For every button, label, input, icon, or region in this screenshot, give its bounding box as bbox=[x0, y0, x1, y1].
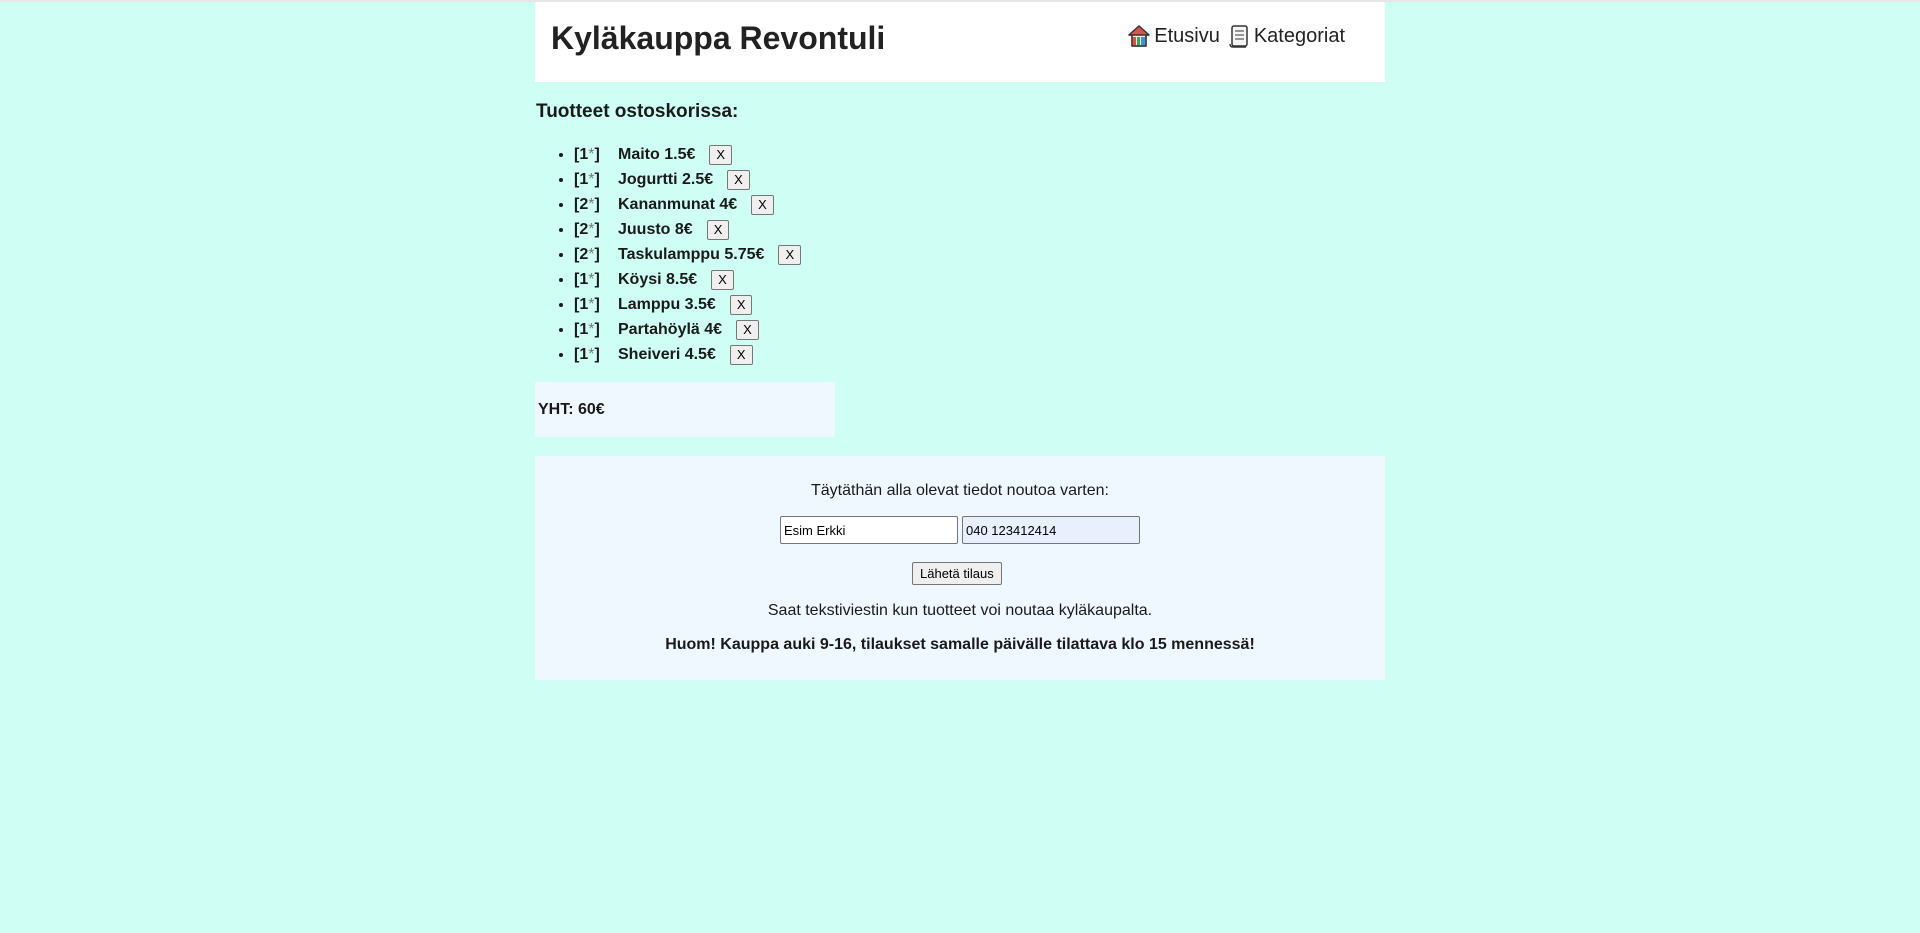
sms-note: Saat tekstiviestin kun tuotteet voi nout… bbox=[767, 602, 1153, 619]
cart-item: [1*]Maito 1.5€ X bbox=[574, 142, 801, 167]
house-icon bbox=[1128, 24, 1150, 48]
quantity-close: ] bbox=[594, 171, 600, 188]
nav-label-etusivu: Etusivu bbox=[1154, 24, 1220, 47]
cart-item-label: Köysi 8.5€ bbox=[618, 271, 698, 288]
cart-item-label: Kananmunat 4€ bbox=[618, 196, 738, 213]
quantity-value: [1 bbox=[574, 271, 589, 288]
remove-item-button[interactable]: X bbox=[727, 169, 750, 190]
cart-item-quantity: [2*] bbox=[574, 217, 618, 242]
cart-item-label: Partahöylä 4€ bbox=[618, 321, 723, 338]
cart-item-quantity: [1*] bbox=[574, 142, 618, 167]
cart-total: YHT: 60€ bbox=[538, 401, 605, 418]
quantity-close: ] bbox=[594, 346, 600, 363]
quantity-value: [1 bbox=[574, 321, 589, 338]
cart-item: [1*]Partahöylä 4€ X bbox=[574, 317, 801, 342]
remove-item-button[interactable]: X bbox=[711, 269, 734, 290]
quantity-value: [2 bbox=[574, 246, 589, 263]
cart-item: [1*]Köysi 8.5€ X bbox=[574, 267, 801, 292]
form-intro-text: Täytäthän alla olevat tiedot noutoa vart… bbox=[811, 482, 1109, 499]
remove-item-button[interactable]: X bbox=[751, 194, 774, 215]
scroll-icon bbox=[1228, 24, 1250, 48]
remove-item-button[interactable]: X bbox=[729, 294, 753, 315]
opening-hours-note: Huom! Kauppa auki 9-16, tilaukset samall… bbox=[665, 636, 1255, 653]
main-nav: Etusivu Kategoriat bbox=[1128, 24, 1345, 48]
cart-item-label: Sheiveri 4.5€ bbox=[618, 346, 716, 363]
quantity-value: [1 bbox=[574, 146, 589, 163]
quantity-value: [1 bbox=[574, 296, 589, 313]
submit-order-button[interactable]: Lähetä tilaus bbox=[912, 562, 1002, 585]
inputs-row bbox=[535, 516, 1385, 544]
remove-item-button[interactable]: X bbox=[778, 244, 802, 265]
cart-item-quantity: [1*] bbox=[574, 267, 618, 292]
cart-item-quantity: [2*] bbox=[574, 242, 618, 267]
cart-item: [1*]Jogurtti 2.5€ X bbox=[574, 167, 801, 192]
cart-item-label: Maito 1.5€ bbox=[618, 146, 696, 163]
order-form-panel: Täytäthän alla olevat tiedot noutoa vart… bbox=[535, 456, 1385, 680]
cart-item: [1*]Lamppu 3.5€ X bbox=[574, 292, 801, 317]
nav-label-kategoriat: Kategoriat bbox=[1253, 24, 1345, 47]
quantity-close: ] bbox=[594, 296, 600, 313]
cart-item-quantity: [1*] bbox=[574, 292, 618, 317]
cart-item-quantity: [1*] bbox=[574, 317, 618, 342]
cart-item-quantity: [2*] bbox=[574, 192, 618, 217]
cart-item: [2*]Taskulamppu 5.75€ X bbox=[574, 242, 802, 267]
phone-input[interactable] bbox=[962, 516, 1140, 544]
name-input[interactable] bbox=[780, 516, 958, 544]
quantity-close: ] bbox=[594, 246, 600, 263]
quantity-close: ] bbox=[594, 196, 600, 213]
cart-list: [1*]Maito 1.5€X[1*]Jogurtti 2.5€X[2*]Kan… bbox=[535, 142, 802, 367]
quantity-close: ] bbox=[594, 321, 600, 338]
cart-item-label: Lamppu 3.5€ bbox=[618, 296, 716, 313]
site-title: Kyläkauppa Revontuli bbox=[551, 20, 886, 56]
cart-heading: Tuotteet ostoskorissa: bbox=[536, 101, 739, 122]
remove-item-button[interactable]: X bbox=[736, 319, 759, 340]
remove-item-button[interactable]: X bbox=[729, 344, 753, 365]
cart-item: [2*]Juusto 8€ X bbox=[574, 217, 801, 242]
page-container: Kyläkauppa Revontuli Etusivu Kategoriat … bbox=[535, 2, 1385, 680]
quantity-value: [2 bbox=[574, 196, 589, 213]
remove-item-button[interactable]: X bbox=[706, 219, 730, 240]
cart-item-quantity: [1*] bbox=[574, 167, 618, 192]
quantity-value: [2 bbox=[574, 221, 589, 238]
remove-item-button[interactable]: X bbox=[709, 144, 733, 165]
cart-item-quantity: [1*] bbox=[574, 342, 618, 367]
cart-item-label: Taskulamppu 5.75€ bbox=[618, 246, 765, 263]
cart-item-label: Jogurtti 2.5€ bbox=[618, 171, 714, 188]
nav-link-etusivu[interactable]: Etusivu bbox=[1128, 24, 1220, 48]
quantity-value: [1 bbox=[574, 171, 589, 188]
quantity-close: ] bbox=[594, 271, 600, 288]
site-header: Kyläkauppa Revontuli Etusivu Kategoriat bbox=[535, 2, 1385, 82]
cart-item-label: Juusto 8€ bbox=[618, 221, 693, 238]
cart-item: [1*]Sheiveri 4.5€ X bbox=[574, 342, 801, 367]
quantity-value: [1 bbox=[574, 346, 589, 363]
cart-item: [2*]Kananmunat 4€ X bbox=[574, 192, 801, 217]
quantity-close: ] bbox=[594, 146, 600, 163]
quantity-close: ] bbox=[594, 221, 600, 238]
total-box: YHT: 60€ bbox=[535, 382, 835, 437]
nav-link-kategoriat[interactable]: Kategoriat bbox=[1228, 24, 1345, 48]
